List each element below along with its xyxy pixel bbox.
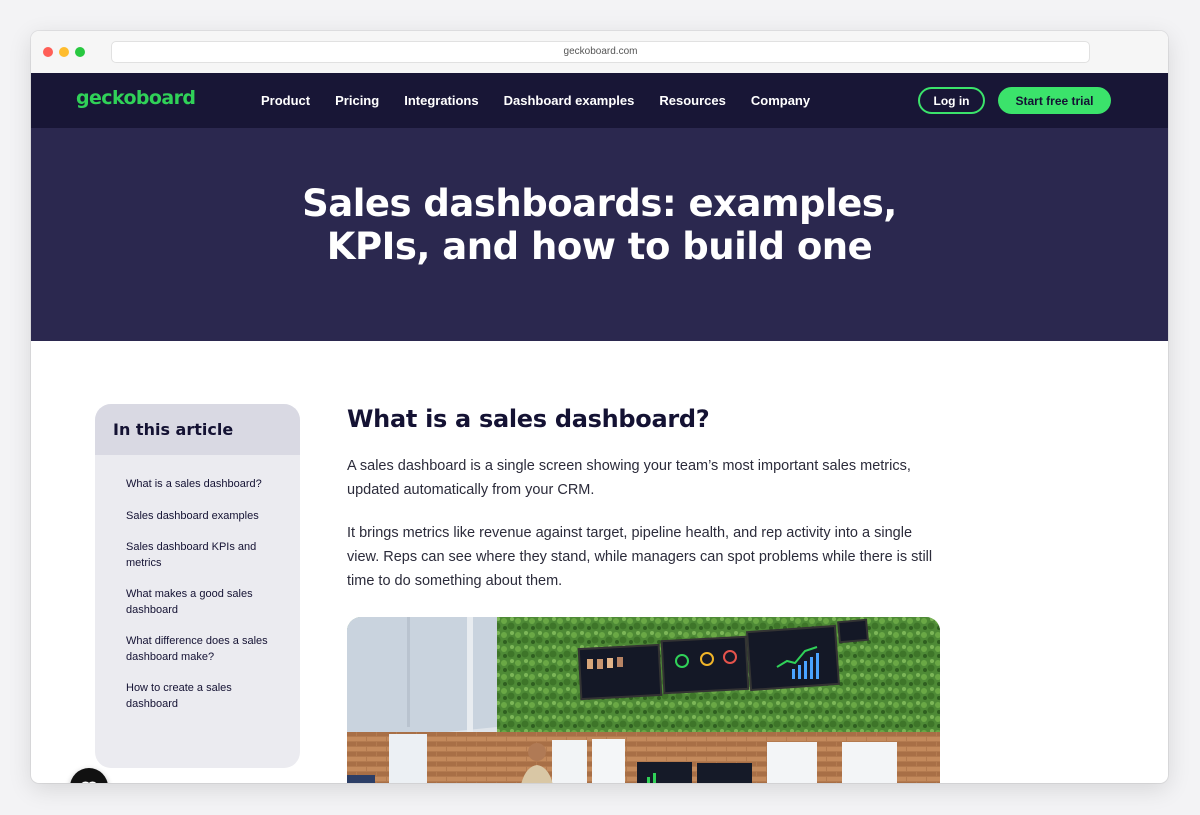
nav-item-integrations[interactable]: Integrations [404,93,478,108]
nav-menu: Product Pricing Integrations Dashboard e… [261,73,835,128]
toc-list: What is a sales dashboard? Sales dashboa… [95,455,300,712]
page-title: Sales dashboards: examples, KPIs, and ho… [302,181,897,268]
geckoboard-logo[interactable]: geckoboard [76,87,196,109]
office-dashboard-photo [347,617,940,783]
address-bar[interactable]: geckoboard.com [111,41,1090,63]
nav-item-dashboard-examples[interactable]: Dashboard examples [504,93,635,108]
section-heading: What is a sales dashboard? [347,405,710,433]
nav-item-pricing[interactable]: Pricing [335,93,379,108]
toc-header: In this article [95,404,300,455]
hero-banner: Sales dashboards: examples, KPIs, and ho… [31,128,1168,341]
chat-icon [81,781,97,783]
office-photo-illustration [347,617,940,783]
article-body: What is a sales dashboard? A sales dashb… [347,404,939,593]
nav-item-product[interactable]: Product [261,93,310,108]
nav-item-resources[interactable]: Resources [659,93,725,108]
browser-chrome: geckoboard.com [31,31,1168,73]
site-nav: geckoboard Product Pricing Integrations … [31,73,1168,128]
chat-launcher-button[interactable] [70,768,108,783]
toc-link-what-makes-good[interactable]: What makes a good sales dashboard [126,587,276,618]
start-free-trial-button[interactable]: Start free trial [998,87,1111,114]
close-window-button[interactable] [43,47,53,57]
maximize-window-button[interactable] [75,47,85,57]
toc-link-kpis[interactable]: Sales dashboard KPIs and metrics [126,540,276,571]
browser-window: geckoboard.com geckoboard Product Pricin… [31,31,1168,783]
minimize-window-button[interactable] [59,47,69,57]
toc-link-examples[interactable]: Sales dashboard examples [126,509,276,525]
table-of-contents: In this article What is a sales dashboar… [95,404,300,768]
paragraph-intro: A sales dashboard is a single screen sho… [347,458,911,498]
toc-link-how-to-create[interactable]: How to create a sales dashboard [126,681,276,712]
paragraph-details: It brings metrics like revenue against t… [347,525,933,589]
toc-link-what-is[interactable]: What is a sales dashboard? [126,477,276,493]
login-button[interactable]: Log in [918,87,985,114]
nav-item-company[interactable]: Company [751,93,810,108]
toc-link-difference[interactable]: What difference does a sales dashboard m… [126,634,276,665]
toc-title: In this article [113,420,234,439]
